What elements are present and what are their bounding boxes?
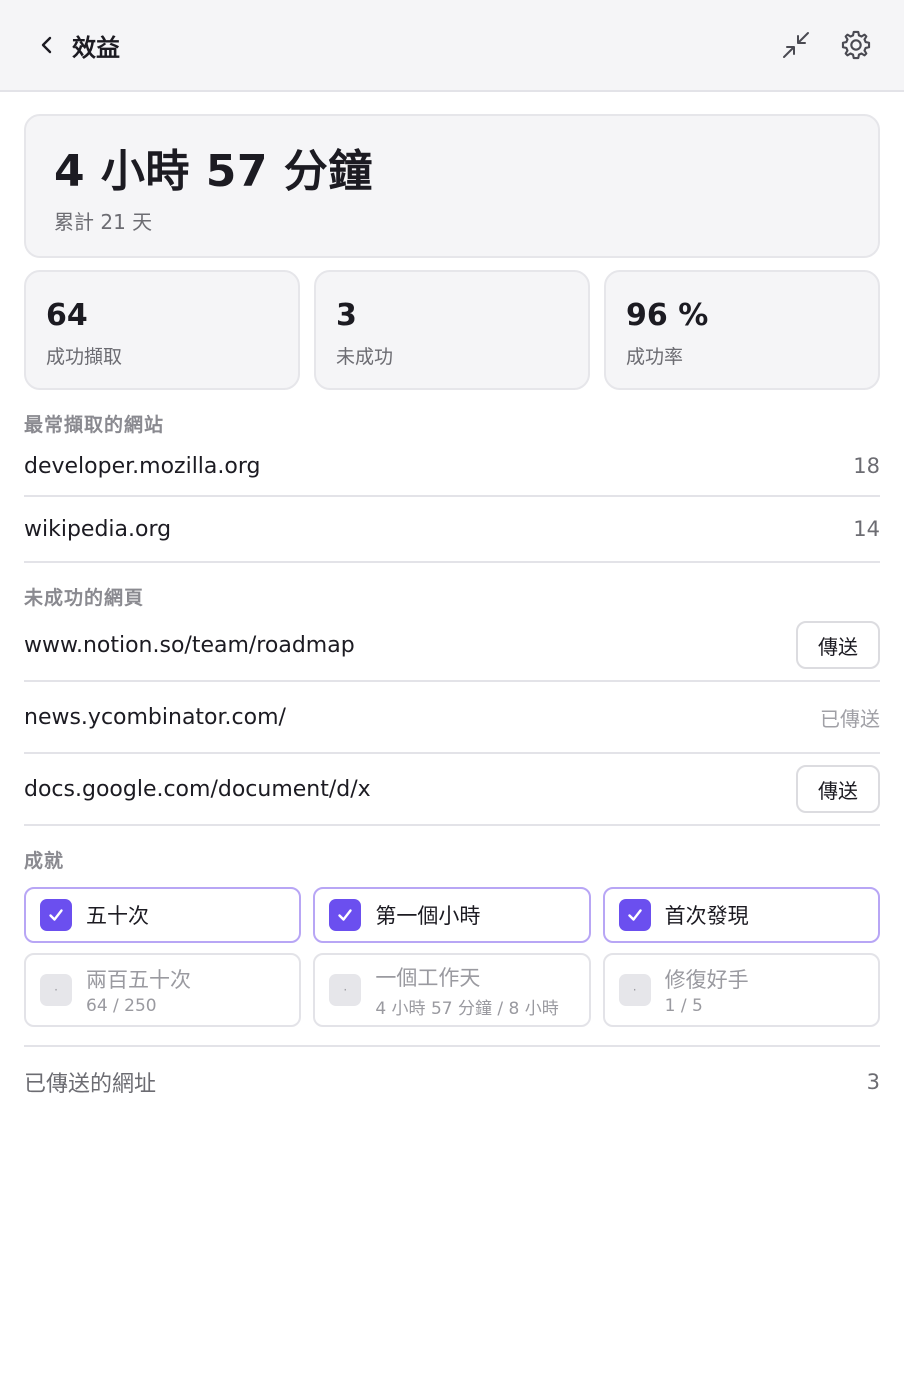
stats-row: 64 成功擷取 3 未成功 96 % 成功率 (24, 270, 880, 390)
top-sites-list: developer.mozilla.org 18 wikipedia.org 1… (24, 437, 880, 563)
achievement-done: 首次發現 (602, 887, 880, 943)
collapse-arrows-icon (783, 32, 809, 58)
stat-card-rate: 96 % 成功率 (604, 270, 880, 390)
site-count: 14 (853, 517, 880, 541)
sent-urls-count: 3 (866, 1070, 880, 1094)
failed-pages-heading: 未成功的網頁 (24, 587, 145, 609)
top-sites-heading: 最常擷取的網站 (24, 414, 165, 436)
checkmark-icon (40, 899, 72, 931)
sent-urls-label: 已傳送的網址 (24, 1072, 157, 1097)
gear-icon (841, 30, 871, 60)
achievement-progress: 1 / 5 (664, 996, 703, 1016)
send-button[interactable]: 傳送 (796, 765, 880, 813)
total-time-card: 4 小時 57 分鐘 累計 21 天 (24, 114, 880, 258)
stat-value: 64 (46, 298, 88, 333)
list-item: developer.mozilla.org 18 (24, 437, 880, 497)
chevron-left-icon (41, 36, 52, 54)
empty-badge-icon: · (618, 974, 651, 1006)
list-item: docs.google.com/document/d/x 傳送 (24, 754, 880, 826)
achievements-grid: 五十次 第一個小時 首次發現 · 兩百五十次 64 / 250 · 一個工作天 (24, 887, 880, 1027)
main-content: 4 小時 57 分鐘 累計 21 天 64 成功擷取 3 未成功 96 % 成功… (0, 92, 904, 1117)
empty-badge-icon: · (40, 974, 72, 1006)
failed-url: news.ycombinator.com/ (24, 704, 286, 730)
sent-urls-row: 已傳送的網址 3 (24, 1045, 880, 1117)
achievement-locked: · 修復好手 1 / 5 (602, 953, 880, 1027)
stat-label: 未成功 (336, 346, 394, 368)
list-item: www.notion.so/team/roadmap 傳送 (24, 610, 880, 682)
site-name: developer.mozilla.org (24, 453, 261, 479)
achievement-name: 一個工作天 (375, 965, 481, 990)
header-bar: 效益 (0, 0, 904, 92)
achievement-name: 第一個小時 (375, 904, 481, 928)
total-days: 累計 21 天 (54, 210, 153, 234)
checkmark-icon (329, 899, 362, 931)
site-count: 18 (853, 454, 880, 478)
achievement-text: 兩百五十次 64 / 250 (86, 964, 191, 1016)
collapse-button[interactable] (774, 23, 818, 67)
page-title: 效益 (72, 33, 120, 62)
achievement-progress: 4 小時 57 分鐘 / 8 小時 (375, 998, 559, 1019)
stat-value: 96 % (626, 298, 709, 333)
achievement-name: 修復好手 (664, 968, 749, 992)
achievement-name: 兩百五十次 (86, 968, 191, 992)
list-item: news.ycombinator.com/ 已傳送 (24, 682, 880, 754)
failed-url: docs.google.com/document/d/x (24, 776, 371, 802)
failed-url: www.notion.so/team/roadmap (24, 632, 355, 658)
achievement-done: 五十次 (24, 887, 302, 943)
send-button[interactable]: 傳送 (796, 621, 880, 669)
checkmark-icon (618, 899, 651, 931)
achievement-name: 五十次 (86, 904, 149, 928)
stat-label: 成功率 (626, 346, 684, 368)
settings-button[interactable] (834, 23, 878, 67)
list-item: wikipedia.org 14 (24, 497, 880, 563)
failed-pages-list: www.notion.so/team/roadmap 傳送 news.ycomb… (24, 610, 880, 826)
back-button[interactable] (30, 28, 64, 62)
site-name: wikipedia.org (24, 516, 172, 542)
achievement-text: 修復好手 1 / 5 (665, 964, 749, 1016)
achievement-text: 一個工作天 4 小時 57 分鐘 / 8 小時 (375, 962, 558, 1019)
achievement-locked: · 一個工作天 4 小時 57 分鐘 / 8 小時 (313, 953, 591, 1027)
achievement-progress: 64 / 250 (86, 996, 157, 1016)
sent-status: 已傳送 (820, 706, 880, 731)
achievements-heading: 成就 (24, 850, 65, 872)
stat-card-failed: 3 未成功 (314, 270, 590, 390)
stat-value: 3 (336, 298, 357, 333)
stat-label: 成功擷取 (46, 346, 123, 368)
achievement-name: 首次發現 (664, 904, 749, 928)
achievement-locked: · 兩百五十次 64 / 250 (24, 953, 302, 1027)
empty-badge-icon: · (329, 974, 362, 1006)
achievement-done: 第一個小時 (313, 887, 591, 943)
stat-card-success: 64 成功擷取 (24, 270, 300, 390)
total-time: 4 小時 57 分鐘 (54, 146, 373, 197)
